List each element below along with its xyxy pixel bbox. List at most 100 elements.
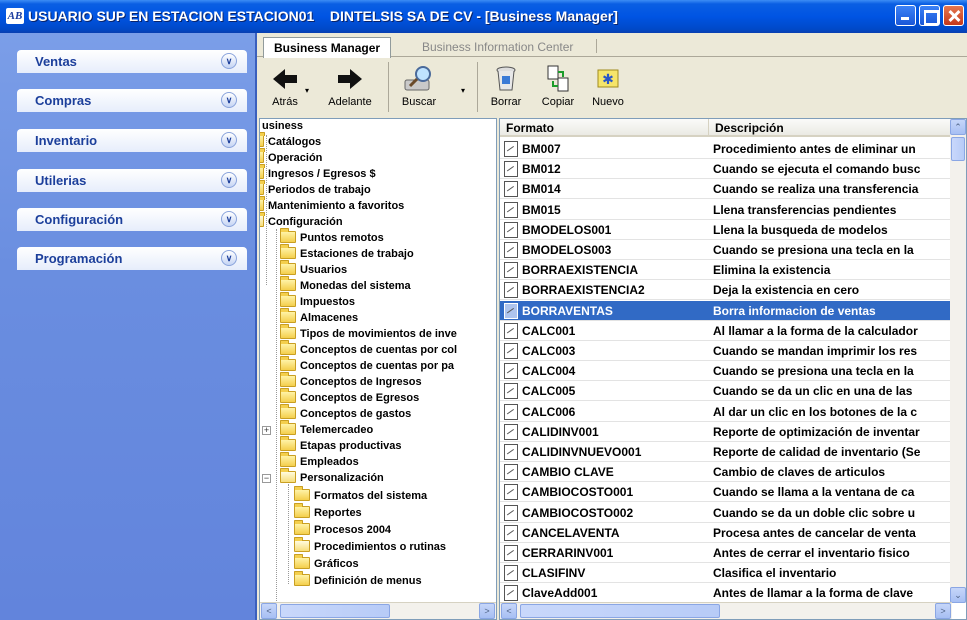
tab-business-manager[interactable]: Business Manager bbox=[263, 37, 392, 58]
tree-item[interactable]: Monedas del sistema bbox=[280, 276, 411, 295]
table-row[interactable]: CALIDINVNUEVO001 Reporte de calidad de in… bbox=[500, 442, 952, 462]
tab-business-information-center[interactable]: Business Information Center bbox=[412, 37, 583, 57]
tree-item[interactable]: Operación bbox=[260, 148, 322, 167]
tree-item[interactable]: Etapas productivas bbox=[280, 436, 401, 455]
forward-button[interactable]: Adelante bbox=[321, 64, 379, 108]
tree-item[interactable]: Estaciones de trabajo bbox=[280, 244, 414, 263]
nav-item-configuracion[interactable]: Configuración ∨ bbox=[17, 208, 247, 231]
chevron-down-icon[interactable]: ∨ bbox=[221, 53, 237, 69]
column-header-descripcion[interactable]: Descripción bbox=[709, 119, 952, 137]
table-row[interactable]: CAMBIOCOSTO002 Cuando se da un doble clic… bbox=[500, 503, 952, 523]
tree-item[interactable]: Tipos de movimientos de inve bbox=[280, 324, 457, 343]
tree-item[interactable]: Personalización bbox=[280, 468, 384, 487]
nav-item-inventario[interactable]: Inventario ∨ bbox=[17, 129, 247, 152]
expand-icon[interactable]: + bbox=[262, 426, 271, 435]
grid-vertical-scrollbar[interactable]: ⌃ ⌄ bbox=[950, 119, 966, 603]
tree-item[interactable]: Usuarios bbox=[280, 260, 347, 279]
grid-horizontal-scrollbar[interactable]: < > bbox=[500, 602, 952, 619]
tree-item[interactable]: Telemercadeo bbox=[280, 420, 373, 439]
tree-horizontal-scrollbar[interactable]: < > bbox=[260, 602, 496, 619]
back-dropdown-icon[interactable]: ▾ bbox=[305, 86, 309, 95]
table-row[interactable]: BMODELOS001 Llena la busqueda de modelos bbox=[500, 220, 952, 240]
table-row[interactable]: CLASIFINV Clasifica el inventario bbox=[500, 563, 952, 584]
scroll-up-icon[interactable]: ⌃ bbox=[950, 119, 966, 135]
tree-item[interactable]: Gráficos bbox=[294, 554, 359, 573]
folder-icon bbox=[280, 292, 296, 307]
tree-item[interactable]: Conceptos de Egresos bbox=[280, 388, 419, 407]
search-button[interactable]: Buscar bbox=[393, 64, 445, 108]
table-row[interactable]: CALIDINV001 Reporte de optimización de in… bbox=[500, 422, 952, 442]
table-row[interactable]: BM015 Llena transferencias pendientes bbox=[500, 200, 952, 220]
tree-item[interactable]: Procesos 2004 bbox=[294, 520, 391, 539]
table-row[interactable]: CALC004 Cuando se presiona una tecla en l… bbox=[500, 361, 952, 382]
nav-item-programacion[interactable]: Programación ∨ bbox=[17, 247, 247, 270]
scroll-left-icon[interactable]: < bbox=[261, 603, 277, 619]
arrow-left-icon bbox=[273, 69, 297, 89]
copy-button[interactable]: Copiar bbox=[535, 64, 581, 108]
minimize-icon bbox=[896, 6, 915, 25]
tree-item[interactable]: Periodos de trabajo bbox=[260, 180, 371, 199]
table-row[interactable]: BORRAEXISTENCIA Elimina la existencia bbox=[500, 260, 952, 281]
tree-item[interactable]: Definición de menus bbox=[294, 571, 422, 590]
nav-item-compras[interactable]: Compras ∨ bbox=[17, 89, 247, 112]
table-row[interactable]: CAMBIOCOSTO001 Cuando se llama a la venta… bbox=[500, 482, 952, 503]
chevron-down-icon[interactable]: ∨ bbox=[221, 92, 237, 108]
delete-button[interactable]: Borrar bbox=[485, 64, 527, 108]
new-button[interactable]: ✱ Nuevo bbox=[587, 64, 629, 108]
chevron-down-icon[interactable]: ∨ bbox=[221, 172, 237, 188]
table-row[interactable]: BM012 Cuando se ejecuta el comando busc bbox=[500, 159, 952, 180]
nav-item-utilerias[interactable]: Utilerias ∨ bbox=[17, 169, 247, 192]
tree-item[interactable]: Ingresos / Egresos $ bbox=[260, 164, 376, 183]
chevron-down-icon[interactable]: ∨ bbox=[221, 132, 237, 148]
table-row[interactable]: CAMBIO CLAVE Cambio de claves de articulo… bbox=[500, 462, 952, 483]
tree-item[interactable]: Conceptos de gastos bbox=[280, 404, 411, 423]
scroll-left-icon[interactable]: < bbox=[501, 603, 517, 619]
tree-item[interactable]: Conceptos de Ingresos bbox=[280, 372, 422, 391]
table-row[interactable]: CALC001 Al llamar a la forma de la calcul… bbox=[500, 321, 952, 341]
scroll-thumb[interactable] bbox=[520, 604, 720, 618]
maximize-button[interactable] bbox=[919, 5, 940, 26]
scroll-right-icon[interactable]: > bbox=[935, 603, 951, 619]
scroll-thumb[interactable] bbox=[951, 137, 965, 161]
scroll-down-icon[interactable]: ⌄ bbox=[950, 587, 966, 603]
folder-icon bbox=[294, 554, 310, 569]
tree-item[interactable]: Puntos remotos bbox=[280, 228, 384, 247]
tree-item[interactable]: Formatos del sistema bbox=[294, 486, 427, 505]
tree-item[interactable]: usiness bbox=[262, 119, 303, 135]
table-row[interactable]: BMODELOS003 Cuando se presiona una tecla … bbox=[500, 240, 952, 260]
tree-item[interactable]: Almacenes bbox=[280, 308, 358, 327]
tree-item[interactable]: Procedimientos o rutinas bbox=[294, 537, 446, 556]
table-row[interactable]: ClaveAdd001 Antes de llamar a la forma de… bbox=[500, 583, 952, 604]
tree-item[interactable]: Reportes bbox=[294, 503, 362, 522]
table-row[interactable]: CANCELAVENTA Procesa antes de cancelar de… bbox=[500, 523, 952, 543]
close-button[interactable] bbox=[943, 5, 964, 26]
table-row[interactable]: BORRAEXISTENCIA2 Deja la existencia en ce… bbox=[500, 280, 952, 301]
search-dropdown-icon[interactable]: ▾ bbox=[461, 86, 465, 95]
table-row[interactable]: BM014 Cuando se realiza una transferencia bbox=[500, 179, 952, 200]
back-button[interactable]: Atrás bbox=[267, 64, 303, 108]
column-header-formato[interactable]: Formato bbox=[500, 119, 709, 137]
table-row[interactable]: CALC006 Al dar un clic en los botones de … bbox=[500, 402, 952, 422]
nav-item-ventas[interactable]: Ventas ∨ bbox=[17, 50, 247, 73]
tree-item[interactable]: Empleados bbox=[280, 452, 359, 471]
chevron-down-icon[interactable]: ∨ bbox=[221, 250, 237, 266]
description-cell: Cuando se da un doble clic sobre u bbox=[713, 505, 916, 520]
tree-item[interactable]: Conceptos de cuentas por pa bbox=[280, 356, 454, 375]
minimize-button[interactable] bbox=[895, 5, 916, 26]
tree-item[interactable]: Mantenimiento a favoritos bbox=[260, 196, 404, 215]
table-row[interactable]: CALC005 Cuando se da un clic en una de la… bbox=[500, 381, 952, 402]
table-row[interactable]: BM007 Procedimiento antes de eliminar un bbox=[500, 139, 952, 159]
tree-item[interactable]: Impuestos bbox=[280, 292, 355, 311]
tree-item[interactable]: Conceptos de cuentas por col bbox=[280, 340, 457, 359]
scroll-right-icon[interactable]: > bbox=[479, 603, 495, 619]
collapse-icon[interactable]: − bbox=[262, 474, 271, 483]
scroll-thumb[interactable] bbox=[280, 604, 390, 618]
script-document-icon bbox=[504, 504, 518, 521]
table-row[interactable]: BORRAVENTAS Borra informacion de ventas bbox=[500, 300, 952, 321]
tree-item[interactable]: Configuración bbox=[260, 212, 343, 231]
title-bar[interactable]: AB USUARIO SUP EN ESTACION ESTACION01 DI… bbox=[0, 0, 967, 33]
tree-item[interactable]: Catálogos bbox=[260, 132, 321, 151]
table-row[interactable]: CALC003 Cuando se mandan imprimir los res bbox=[500, 341, 952, 361]
table-row[interactable]: CERRARINV001 Antes de cerrar el inventari… bbox=[500, 543, 952, 563]
chevron-down-icon[interactable]: ∨ bbox=[221, 211, 237, 227]
